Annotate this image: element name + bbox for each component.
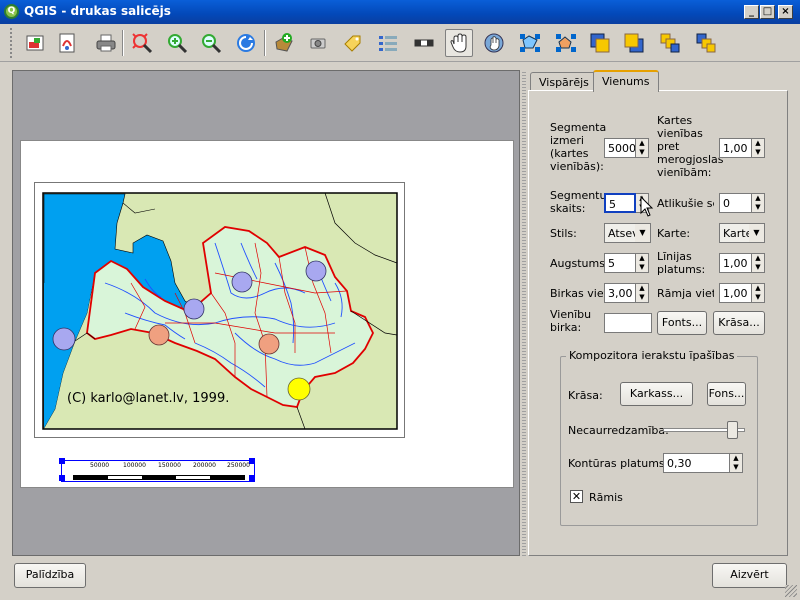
segment-size-label: Segmenta izmeri (kartes vienībās): — [550, 121, 607, 173]
segments-count-field[interactable]: 5 — [604, 193, 636, 213]
style-combo[interactable]: Atsevišķs — [604, 223, 636, 243]
help-button[interactable]: Palīdzība — [14, 563, 86, 588]
frame-space-field[interactable]: 1,00 — [719, 283, 752, 303]
outline-width-field[interactable]: 0,30 — [663, 453, 730, 473]
mouse-cursor-icon — [640, 196, 654, 217]
line-width-spinner[interactable]: ▲ ▼ — [752, 253, 765, 273]
segment-size-spinner[interactable]: ▲ ▼ — [636, 138, 649, 158]
map-combo[interactable]: Karte 1 — [719, 223, 750, 243]
map-units-label: Kartes vienības pret merogjoslas vienībā… — [657, 114, 724, 179]
close-window-button[interactable]: × — [778, 5, 793, 19]
label-space-spinner[interactable]: ▲ ▼ — [636, 283, 649, 303]
fonts-button[interactable]: Fonts... — [657, 311, 707, 335]
item-color-label: Krāsa: — [568, 389, 603, 402]
map-credit: (C) karlo@lanet.lv, 1999. — [67, 391, 230, 406]
unit-label-label: Vienību birka: — [550, 308, 592, 334]
refresh-icon[interactable] — [232, 29, 260, 57]
toolbar-separator — [264, 30, 266, 56]
add-scalebar-icon[interactable] — [410, 29, 438, 57]
window-title: QGIS - drukas salicējs — [24, 4, 171, 18]
frame-checkbox-label: Rāmis — [589, 491, 623, 504]
line-width-field[interactable]: 1,00 — [719, 253, 752, 273]
lower-icon[interactable] — [620, 29, 648, 57]
unit-label-field[interactable] — [604, 313, 652, 333]
ungroup-icon[interactable] — [552, 29, 580, 57]
scalebar-tick: 200000 — [193, 462, 216, 469]
frame-space-label: Rāmja vieta — [657, 287, 714, 300]
move-content-icon[interactable] — [480, 29, 508, 57]
segment-size-field[interactable]: 50000 — [604, 138, 636, 158]
move-bottom-icon[interactable] — [692, 29, 720, 57]
toolbar-separator — [122, 30, 124, 56]
remaining-segments-field[interactable]: 0 — [719, 193, 752, 213]
group-title: Kompozitora ierakstu īpašības — [566, 349, 738, 362]
map-dropdown-icon[interactable]: ▼ — [749, 223, 765, 243]
scalebar-item[interactable]: 50000 100000 150000 200000 250000 — [59, 458, 255, 482]
resize-grip[interactable] — [785, 585, 797, 597]
scalebar-tick: 250000 — [227, 462, 250, 469]
zoom-full-icon[interactable] — [128, 29, 156, 57]
opacity-label: Necaurredzamība: — [568, 424, 669, 437]
maximize-button[interactable]: □ — [760, 5, 775, 19]
map-units-field[interactable]: 1,00 — [719, 138, 752, 158]
outline-width-label: Kontūras platums — [568, 457, 665, 470]
height-field[interactable]: 5 — [604, 253, 636, 273]
scalebar-segments — [73, 475, 245, 480]
zoom-in-icon[interactable] — [163, 29, 191, 57]
export-svg-icon[interactable] — [54, 29, 82, 57]
map-units-spinner[interactable]: ▲ ▼ — [752, 138, 765, 158]
add-map-icon[interactable] — [270, 29, 298, 57]
opacity-slider-handle[interactable] — [726, 421, 738, 439]
map-frame[interactable]: (C) karlo@lanet.lv, 1999. — [34, 182, 405, 438]
move-top-icon[interactable] — [656, 29, 684, 57]
scalebar-tick: 150000 — [158, 462, 181, 469]
tab-general[interactable]: Vispārējs — [530, 72, 598, 92]
label-space-field[interactable]: 3,00 — [604, 283, 636, 303]
map-select-label: Karte: — [657, 227, 691, 240]
scalebar-tick: 100000 — [123, 462, 146, 469]
height-label: Augstums — [550, 257, 605, 270]
add-image-icon[interactable] — [304, 29, 332, 57]
raise-icon[interactable] — [586, 29, 614, 57]
label-space-label: Birkas viet — [550, 287, 604, 300]
style-label: Stils: — [550, 227, 577, 240]
export-image-icon[interactable] — [22, 29, 50, 57]
qgis-logo-icon: Q — [4, 4, 19, 19]
color-button[interactable]: Krāsa... — [713, 311, 765, 335]
outline-width-spinner[interactable]: ▲ ▼ — [730, 453, 743, 473]
frame-color-button[interactable]: Karkass... — [620, 382, 693, 406]
group-icon[interactable] — [516, 29, 544, 57]
line-width-label: Līnijas platums: — [657, 250, 706, 276]
select-move-icon[interactable] — [445, 29, 473, 57]
minimize-button[interactable]: _ — [744, 5, 759, 19]
background-color-button[interactable]: Fons... — [707, 382, 746, 406]
tab-item[interactable]: Vienums — [593, 70, 659, 92]
zoom-out-icon[interactable] — [197, 29, 225, 57]
remaining-segments-spinner[interactable]: ▲ ▼ — [752, 193, 765, 213]
close-button[interactable]: Aizvērt — [712, 563, 787, 588]
scalebar-tick: 50000 — [90, 462, 110, 469]
segments-count-label: Segmentu skaits: — [550, 189, 607, 215]
style-dropdown-icon[interactable]: ▼ — [635, 223, 651, 243]
add-legend-icon[interactable] — [374, 29, 402, 57]
panel-splitter[interactable] — [522, 70, 526, 556]
toolbar-grip[interactable] — [10, 28, 14, 58]
remaining-segments-label: Atlikušie seg — [657, 197, 714, 210]
frame-space-spinner[interactable]: ▲ ▼ — [752, 283, 765, 303]
height-spinner[interactable]: ▲ ▼ — [636, 253, 649, 273]
add-label-icon[interactable] — [338, 29, 366, 57]
frame-checkbox[interactable]: ✕ — [570, 490, 583, 503]
print-icon[interactable] — [92, 29, 120, 57]
